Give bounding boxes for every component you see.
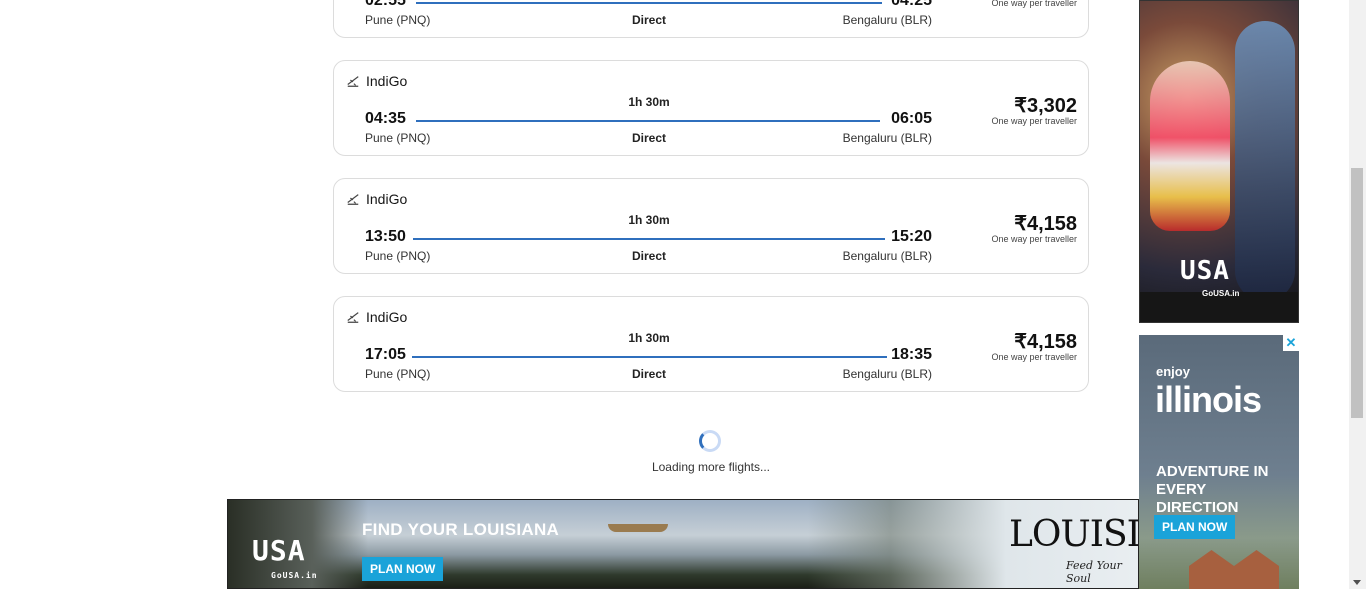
flight-duration: 1h 30m	[628, 331, 670, 345]
plan-now-button[interactable]: PLAN NOW	[1154, 515, 1236, 539]
flight-card[interactable]: IndiGo 1h 30m 13:50 15:20 Pune (PNQ) Dir…	[333, 178, 1089, 274]
usa-logo: USA	[252, 534, 306, 567]
plane-icon	[347, 194, 359, 205]
flight-card[interactable]: IndiGo 1h 30m 17:05 18:35 Pune (PNQ) Dir…	[333, 296, 1089, 392]
stops-label: Direct	[631, 131, 666, 145]
stops-label: Direct	[631, 13, 666, 27]
boat-image	[608, 524, 668, 532]
close-icon[interactable]: ✕	[1283, 335, 1299, 351]
origin-airport: Pune (PNQ)	[365, 13, 431, 27]
price-note: One way per traveller	[991, 352, 1077, 362]
airline: IndiGo	[346, 309, 407, 325]
arrival-time: 06:05	[891, 110, 932, 127]
route-line	[416, 120, 880, 122]
plane-icon	[347, 312, 359, 323]
louisiana-banner-ad[interactable]: USA GoUSA.in FIND YOUR LOUISIANA PLAN NO…	[227, 499, 1139, 589]
price-note: One way per traveller	[991, 0, 1077, 8]
price: ₹4,158	[1014, 213, 1077, 235]
departure-time: 17:05	[365, 346, 406, 363]
destination-airport: Bengaluru (BLR)	[842, 13, 932, 27]
ad-enjoy: enjoy	[1156, 364, 1190, 379]
ad-headline: ADVENTURE IN EVERY DIRECTION	[1156, 463, 1269, 516]
ad-headline: FIND YOUR LOUISIANA	[362, 520, 560, 539]
route-line	[416, 2, 882, 4]
airline: IndiGo	[346, 73, 407, 89]
arrival-time: 15:20	[891, 228, 932, 245]
plan-now-button[interactable]: PLAN NOW	[362, 557, 444, 581]
destination-airport: Bengaluru (BLR)	[842, 249, 932, 263]
ad-image	[1150, 61, 1230, 231]
airline: IndiGo	[346, 191, 407, 207]
price: ₹3,302	[1014, 95, 1077, 117]
flight-card[interactable]: 02:55 04:25 Pune (PNQ) Direct Bengaluru …	[333, 0, 1089, 38]
illinois-side-ad[interactable]: ✕ enjoy illinois ADVENTURE IN EVERY DIRE…	[1139, 335, 1299, 589]
loading-spinner-icon	[699, 430, 721, 452]
usa-logo: USA	[1180, 256, 1230, 286]
origin-airport: Pune (PNQ)	[365, 131, 431, 145]
loading-text: Loading more flights...	[651, 460, 771, 474]
departure-time: 13:50	[365, 228, 406, 245]
departure-time: 02:55	[365, 0, 406, 9]
flight-duration: 1h 30m	[628, 95, 670, 109]
destination-airport: Bengaluru (BLR)	[842, 367, 932, 381]
price-note: One way per traveller	[991, 234, 1077, 244]
arrival-time: 18:35	[891, 346, 932, 363]
origin-airport: Pune (PNQ)	[365, 249, 431, 263]
ad-brand-tagline: Feed Your Soul	[1066, 559, 1122, 585]
price-note: One way per traveller	[991, 116, 1077, 126]
price: ₹4,158	[1014, 331, 1077, 353]
airline-name: IndiGo	[366, 73, 408, 89]
route-line	[413, 238, 885, 240]
usa-logo-sub: GoUSA.in	[1202, 289, 1240, 298]
origin-airport: Pune (PNQ)	[365, 367, 431, 381]
flight-card[interactable]: IndiGo 1h 30m 04:35 06:05 Pune (PNQ) Dir…	[333, 60, 1089, 156]
ad-brand: illinois	[1155, 379, 1262, 420]
ad-brand: LOUISIANA	[1009, 514, 1139, 555]
airline-name: IndiGo	[366, 191, 408, 207]
departure-time: 04:35	[365, 110, 406, 127]
scrollbar-thumb[interactable]	[1351, 168, 1363, 418]
stops-label: Direct	[631, 249, 666, 263]
destination-airport: Bengaluru (BLR)	[842, 131, 932, 145]
arrival-time: 04:25	[891, 0, 932, 9]
usa-logo-sub: GoUSA.in	[271, 571, 318, 580]
stops-label: Direct	[631, 367, 666, 381]
scroll-down-arrow-icon[interactable]	[1353, 580, 1361, 585]
route-line	[412, 356, 887, 358]
plane-icon	[347, 76, 359, 87]
ad-image	[1189, 550, 1279, 589]
airline-name: IndiGo	[366, 309, 408, 325]
gousa-side-ad[interactable]: USA GoUSA.in	[1139, 0, 1299, 323]
ad-image	[1235, 21, 1295, 301]
flight-duration: 1h 30m	[628, 213, 670, 227]
